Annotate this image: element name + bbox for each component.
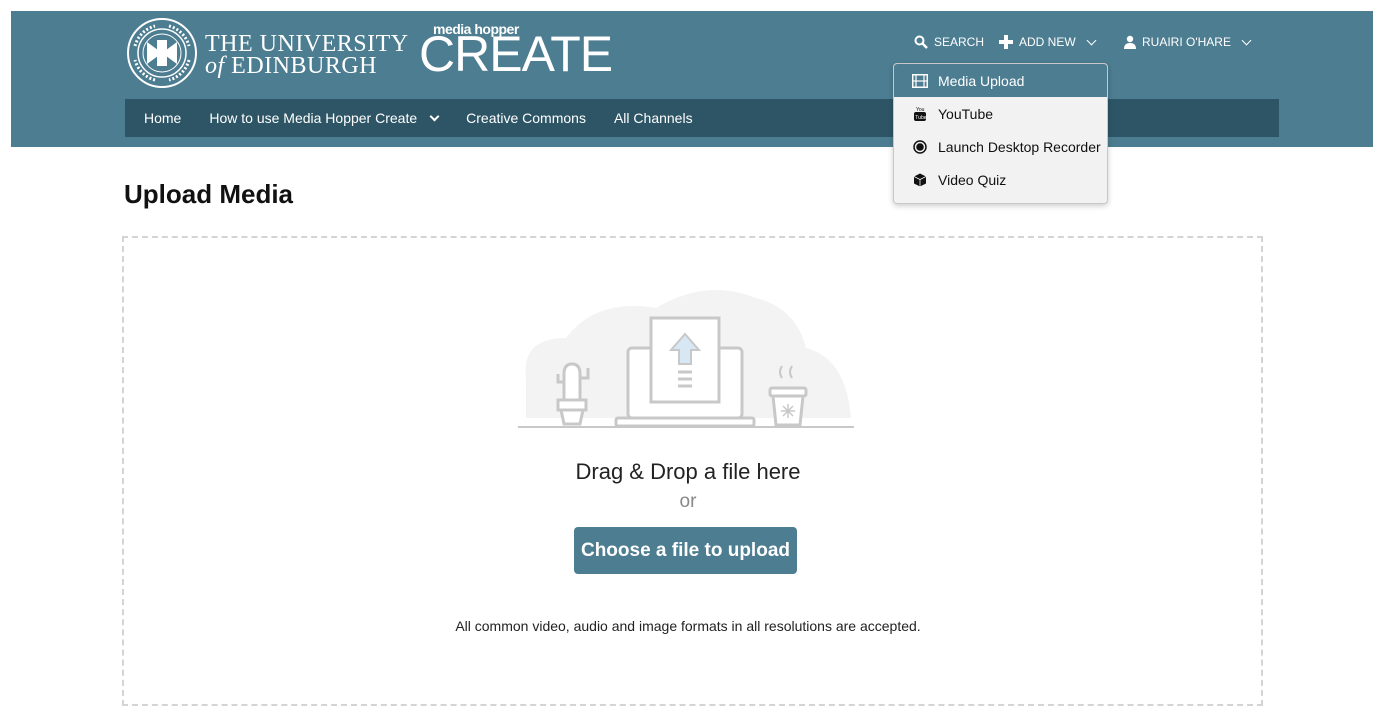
user-label: RUAIRI O'HARE bbox=[1142, 35, 1231, 49]
choose-file-button[interactable]: Choose a file to upload bbox=[574, 527, 797, 574]
university-line2: of EDINBURGH bbox=[205, 53, 409, 79]
user-menu-button[interactable]: RUAIRI O'HARE bbox=[1124, 33, 1252, 51]
menu-item-video-quiz[interactable]: Video Quiz bbox=[894, 163, 1107, 196]
university-of: of bbox=[205, 53, 225, 79]
youtube-icon: You Tube bbox=[912, 106, 928, 122]
nav-item-label: How to use Media Hopper Create bbox=[209, 110, 418, 126]
menu-item-label: Video Quiz bbox=[938, 171, 1007, 188]
add-new-button[interactable]: ADD NEW bbox=[999, 33, 1097, 51]
nav-item-how-to-use[interactable]: How to use Media Hopper Create bbox=[209, 110, 440, 126]
chevron-down-icon[interactable] bbox=[429, 111, 440, 121]
add-new-dropdown-menu: Media Upload You Tube YouTube Launch Desk… bbox=[893, 63, 1108, 204]
menu-item-label: Media Upload bbox=[938, 72, 1025, 89]
nav-item-creative-commons[interactable]: Creative Commons bbox=[466, 110, 586, 126]
add-new-label: ADD NEW bbox=[1019, 35, 1076, 49]
svg-text:You: You bbox=[916, 107, 925, 113]
menu-item-desktop-recorder[interactable]: Launch Desktop Recorder bbox=[894, 130, 1107, 163]
nav-item-label: Home bbox=[144, 110, 182, 126]
or-text: or bbox=[679, 491, 697, 512]
menu-item-youtube[interactable]: You Tube YouTube bbox=[894, 97, 1107, 130]
accepted-formats-note: All common video, audio and image format… bbox=[455, 618, 921, 634]
chevron-down-icon bbox=[1241, 35, 1252, 45]
page-title: Upload Media bbox=[124, 179, 294, 209]
university-line1: THE UNIVERSITY bbox=[205, 31, 409, 57]
university-wordmark[interactable]: THE UNIVERSITY of EDINBURGH bbox=[205, 31, 409, 79]
university-edinburgh: EDINBURGH bbox=[231, 53, 377, 79]
drag-drop-text: Drag & Drop a file here bbox=[575, 459, 801, 484]
site-header: THE UNIVERSITY of EDINBURGH media hopper… bbox=[11, 11, 1373, 147]
svg-text:Tube: Tube bbox=[915, 115, 926, 121]
search-button[interactable]: SEARCH bbox=[914, 33, 984, 51]
menu-item-label: YouTube bbox=[938, 105, 994, 122]
logo-big-text: CREATE bbox=[419, 26, 613, 82]
nav-item-label: Creative Commons bbox=[466, 110, 586, 126]
record-icon bbox=[912, 139, 928, 154]
university-seal-icon[interactable] bbox=[125, 16, 199, 90]
upload-illustration-icon bbox=[518, 290, 854, 428]
user-icon bbox=[1124, 35, 1136, 49]
menu-item-media-upload[interactable]: Media Upload bbox=[894, 64, 1107, 97]
plus-icon bbox=[999, 35, 1013, 49]
nav-item-label: All Channels bbox=[613, 110, 693, 126]
nav-item-all-channels[interactable]: All Channels bbox=[614, 110, 693, 126]
film-icon bbox=[912, 73, 928, 88]
nav-item-home[interactable]: Home bbox=[144, 110, 181, 126]
cube-icon bbox=[912, 173, 928, 187]
chevron-down-icon bbox=[1086, 35, 1097, 45]
menu-item-label: Launch Desktop Recorder bbox=[938, 138, 1101, 155]
search-icon bbox=[914, 35, 928, 49]
search-label: SEARCH bbox=[934, 35, 985, 49]
